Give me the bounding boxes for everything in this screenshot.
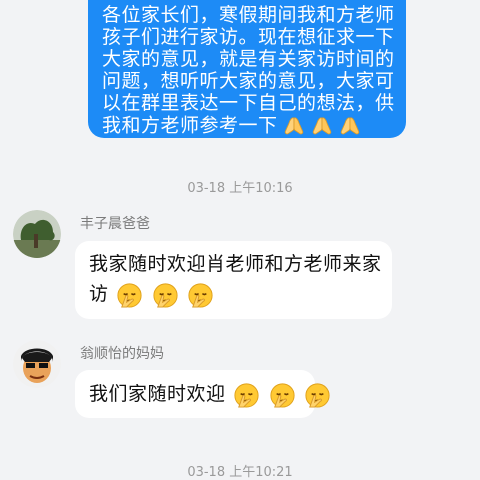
sender-name: 丰子晨爸爸 — [80, 216, 150, 232]
salute-face-icon — [232, 380, 261, 409]
avatar-image — [13, 210, 61, 258]
avatar[interactable] — [13, 210, 61, 258]
sender-name: 翁顺怡的妈妈 — [80, 346, 164, 362]
praying-hands-icon — [338, 114, 362, 138]
emoji-group — [282, 114, 362, 138]
message-text: 我们家随时欢迎 — [89, 383, 226, 405]
outgoing-message-line: 孩子们进行家访。现在想征求一下 — [102, 26, 394, 48]
praying-hands-icon — [310, 114, 334, 138]
outgoing-message-text: 我和方老师参考一下 — [102, 114, 278, 137]
outgoing-message-line: 大家的意见，就是有关家访时间的 — [102, 48, 394, 70]
outgoing-message-line: 以在群里表达一下自己的想法，供 — [102, 92, 394, 114]
salute-face-icon — [151, 280, 180, 309]
incoming-message-bubble[interactable]: 我家随时欢迎肖老师和方老师来家 访 — [75, 241, 392, 319]
outgoing-message-line: 各位家长们，寒假期间我和方老师将对 — [102, 4, 394, 26]
message-text-line: 我们家随时欢迎 — [89, 379, 303, 409]
timestamp: 03-18 上午10:21 — [187, 465, 293, 480]
salute-face-icon — [303, 380, 332, 409]
avatar-image — [13, 340, 61, 388]
incoming-message-bubble[interactable]: 我们家随时欢迎 — [75, 370, 315, 418]
timestamp: 03-18 上午10:16 — [187, 181, 293, 196]
outgoing-message-bubble[interactable]: 各位家长们，寒假期间我和方老师将对 孩子们进行家访。现在想征求一下 大家的意见，… — [88, 0, 406, 138]
message-text-line: 访 — [89, 279, 380, 309]
message-text-line: 我家随时欢迎肖老师和方老师来家 — [89, 253, 382, 275]
avatar[interactable] — [13, 340, 61, 388]
message-text: 访 — [89, 283, 109, 305]
salute-face-icon — [115, 280, 144, 309]
outgoing-message-line: 问题，想听听大家的意见，大家可 — [102, 70, 394, 92]
outgoing-message-last-line: 我和方老师参考一下 — [102, 114, 394, 138]
salute-face-icon — [186, 280, 215, 309]
praying-hands-icon — [282, 114, 306, 138]
salute-face-icon — [268, 380, 297, 409]
